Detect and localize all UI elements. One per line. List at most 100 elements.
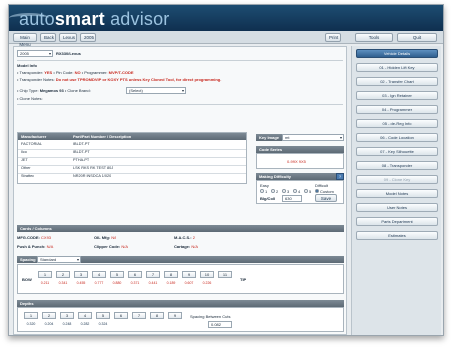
spacing-value: 0.226 — [202, 281, 212, 285]
spacing-position: 11 — [218, 271, 232, 278]
code-series-box: 0-99X 9X5 — [256, 153, 344, 169]
oil-value: N/I — [111, 235, 117, 240]
header-banner: autosmart advisor — [9, 5, 443, 31]
sidebar-item-clone-key[interactable]: 09 - Clone Key — [356, 175, 438, 184]
divider — [17, 60, 343, 61]
spacing-position: 7 — [146, 271, 160, 278]
app-window: autosmart advisor Main Menu Back Lexus 2… — [8, 4, 444, 336]
sidebar-item-key-silhouette[interactable]: 07 - Key Silhouette — [356, 147, 438, 156]
easy-label: Easy — [260, 183, 269, 188]
macs: M.A.C.S.: 2 — [174, 235, 195, 240]
spacing-value — [218, 280, 232, 286]
sidebar-item-code-location[interactable]: 06 - Code Location — [356, 133, 438, 142]
push-label: Push & Punch: — [17, 244, 46, 249]
depth-position: 2 — [42, 312, 56, 319]
depth-position: 5 — [96, 312, 110, 319]
sidebar-item-hidden-lift-key[interactable]: 01 - Hidden Lift Key — [356, 63, 438, 72]
key-image-select[interactable]: mt ▾ — [282, 134, 344, 141]
notes-value: Do not use TPROMDVIP or KOXY PTS unless … — [55, 77, 222, 82]
quit-button[interactable]: Quit — [397, 33, 437, 42]
sidebar-item-transponder[interactable]: 08 - Transponder — [356, 161, 438, 170]
table-cell: PTHA-PT — [73, 158, 90, 162]
depth-position: 9 — [168, 312, 182, 319]
programmer-value: MVP/T-CODE — [108, 70, 134, 75]
difficulty-label-4: 4 — [298, 189, 301, 194]
difficulty-label-3: 3 — [287, 189, 290, 194]
difficulty-label-1: 1 — [265, 189, 268, 194]
spacing-select[interactable]: Standard ▾ — [37, 256, 81, 263]
notes-label: • Transponder Notes: — [17, 77, 55, 82]
difficulty-radio-4[interactable] — [293, 189, 297, 193]
difficult-label: Difficult — [315, 183, 329, 188]
sidebar-item-user-notes[interactable]: User Notes — [356, 203, 438, 212]
difficulty-radio-2[interactable] — [271, 189, 275, 193]
difficulty-label-5: 5 — [309, 189, 312, 194]
spacing-position: 9 — [182, 271, 196, 278]
pin-value: NO — [74, 70, 81, 75]
tools-button[interactable]: Tools — [355, 33, 393, 42]
sidebar-item-de-reg-info[interactable]: 05 - de-Reg Info — [356, 119, 438, 128]
sidebar-item-ign-retainer[interactable]: 03 - Ign Retainer — [356, 91, 438, 100]
depth-spacing-input[interactable]: 0.082 — [208, 321, 232, 328]
chip-label: • Chip Type: — [17, 88, 39, 93]
spacing-position: 2 — [56, 271, 70, 278]
keys-table-header: Manufacturer Part/Part Number / Descript… — [18, 133, 246, 140]
logo-strong: smart — [54, 9, 105, 29]
table-cell: Ilco — [21, 150, 27, 154]
spacing-value: 0.371 — [130, 281, 140, 285]
key-image-label: Key Image — [259, 135, 280, 140]
depth-position: 7 — [132, 312, 146, 319]
year-button[interactable]: 2005 — [80, 33, 96, 42]
print-button[interactable]: Print — [325, 33, 341, 42]
make-button[interactable]: Lexus — [59, 33, 77, 42]
clone-label: • Clone Brand: — [64, 88, 91, 93]
year-select-value: 2005 — [20, 51, 29, 56]
depth-position: 4 — [78, 312, 92, 319]
difficulty-header: Making Difficulty — [256, 173, 344, 180]
model-info-heading: Model Info — [17, 63, 37, 68]
difficulty-radio-1[interactable] — [260, 189, 264, 193]
transponder-notes: • Transponder Notes: Do not use TPROMDVI… — [17, 77, 221, 82]
sidebar-item-parts-department[interactable]: Parts Department — [356, 217, 438, 226]
spacing-value: 0.455 — [76, 281, 86, 285]
difficulty-radio-5[interactable] — [304, 189, 308, 193]
cartage: Cartage: N/A — [174, 244, 198, 249]
help-icon[interactable]: ? — [336, 173, 344, 180]
push-punch: Push & Punch: N/A — [17, 244, 53, 249]
spacing-value: 0.441 — [148, 281, 158, 285]
logo-suffix: advisor — [104, 9, 170, 29]
sidebar-item-vehicle-details[interactable]: Vehicle Details — [356, 49, 438, 58]
bitting-value: 630 — [285, 196, 292, 201]
bitting-input[interactable]: 630 — [282, 195, 302, 202]
table-row-divider — [18, 165, 246, 166]
year-select[interactable]: 2005 ▾ — [17, 50, 53, 57]
back-button[interactable]: Back — [40, 33, 56, 42]
sidebar-item-transfer-chart[interactable]: 02 - Transfer Chart — [356, 77, 438, 86]
transponder-info: • Transponder: YES • Pin Code: NO • Prog… — [17, 70, 134, 75]
depth-value: 0.324 — [98, 322, 108, 326]
difficulty-radio-3[interactable] — [282, 189, 286, 193]
difficulty-radio-custom[interactable] — [315, 189, 319, 193]
sidebar-item-programmer[interactable]: 04 - Programmer — [356, 105, 438, 114]
chevron-down-icon: ▾ — [76, 257, 79, 262]
cartage-label: Cartage: — [174, 244, 191, 249]
transponder-label: • Transponder: — [17, 70, 44, 75]
spacing-position: 1 — [38, 271, 52, 278]
table-row-divider — [18, 149, 246, 150]
mfg-label: MFG.CODE: — [17, 235, 40, 240]
depth-value — [168, 321, 182, 327]
save-button[interactable]: Save — [315, 194, 337, 202]
depth-spacing-value: 0.082 — [211, 322, 222, 327]
clipper-label: Clipper Code: — [94, 244, 121, 249]
sidebar-item-model-notes[interactable]: Model Notes — [356, 189, 438, 198]
depth-position: 3 — [60, 312, 74, 319]
bitting-label: Blg/Coll — [260, 196, 276, 201]
sidebar-item-estimates[interactable]: Estimates — [356, 231, 438, 240]
table-cell: IBLDT-PT — [73, 150, 90, 154]
main-panel: 2005 ▾ RX330/Lexus Model Info • Transpon… — [13, 46, 347, 335]
main-menu-button[interactable]: Main Menu — [13, 33, 37, 47]
spacing-position: 8 — [164, 271, 178, 278]
mfg-value: CX93 — [41, 235, 52, 240]
depth-position: 6 — [114, 312, 128, 319]
clone-brand-select[interactable]: (Select) ▾ — [126, 87, 186, 94]
